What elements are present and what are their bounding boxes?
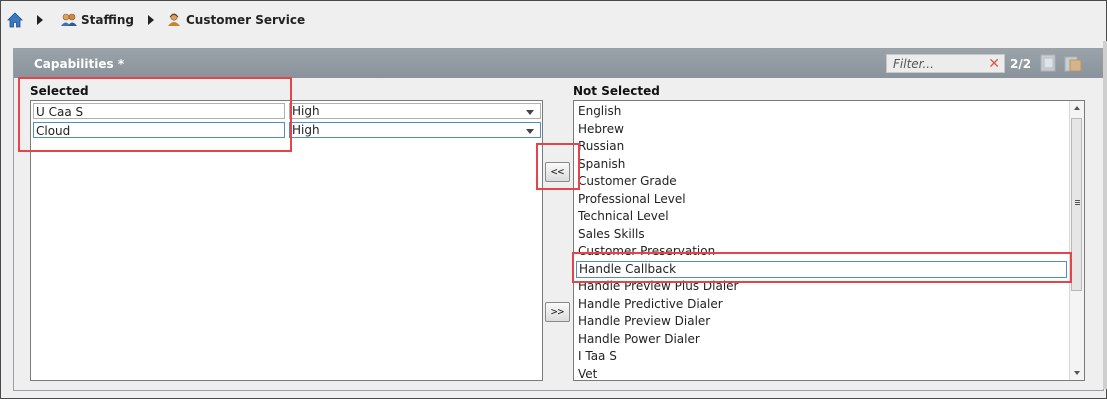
paste-icon[interactable] (1064, 54, 1082, 72)
breadcrumb-item-staffing[interactable]: Staffing (61, 13, 134, 27)
item-count: 2/2 (1010, 57, 1032, 71)
people-icon (61, 13, 77, 26)
list-item[interactable]: I Taa S (578, 348, 617, 365)
breadcrumb-separator-icon (148, 15, 154, 25)
breadcrumb-item-customer-service[interactable]: Customer Service (166, 13, 305, 27)
scroll-thumb[interactable] (1071, 118, 1082, 291)
copy-icon[interactable] (1040, 54, 1056, 72)
panel-title: Capabilities * (34, 57, 125, 71)
add-to-selected-button[interactable]: << (545, 162, 570, 182)
list-item[interactable]: Spanish (578, 156, 625, 173)
list-item[interactable]: Professional Level (578, 191, 686, 208)
selected-row[interactable]: Cloud High (31, 122, 542, 139)
level-select[interactable]: High (289, 103, 541, 119)
grip-icon (1075, 200, 1080, 201)
filter-placeholder: Filter... (893, 57, 934, 71)
capability-name: U Caa S (33, 103, 285, 119)
list-item[interactable]: Handle Preview Plus Dialer (578, 278, 738, 295)
level-value: High (292, 123, 320, 137)
list-item[interactable]: English (578, 103, 621, 120)
clear-icon[interactable]: ✕ (988, 55, 1000, 74)
window-frame: Staffing Customer Service Capabilities *… (0, 0, 1107, 399)
breadcrumb: Staffing Customer Service (7, 5, 1097, 35)
list-item[interactable]: Customer Grade (578, 173, 677, 190)
list-item[interactable]: Customer Preservation (578, 243, 715, 260)
list-item[interactable]: Sales Skills (578, 226, 645, 243)
breadcrumb-label: Staffing (81, 13, 134, 27)
selected-list: U Caa S High Cloud High (30, 100, 543, 381)
level-value: High (292, 104, 320, 118)
list-item[interactable]: Handle Predictive Dialer (578, 296, 723, 313)
list-scrollbar[interactable] (1069, 101, 1084, 380)
scroll-up-icon[interactable] (1074, 106, 1080, 110)
not-selected-label: Not Selected (573, 84, 660, 98)
right-edge (1103, 41, 1107, 389)
selected-label: Selected (30, 84, 89, 98)
filter-input[interactable]: Filter... ✕ (886, 54, 1005, 73)
list-item[interactable]: Technical Level (578, 208, 669, 225)
remove-from-selected-button[interactable]: >> (545, 302, 570, 322)
list-item[interactable]: Handle Preview Dialer (578, 313, 710, 330)
chevron-down-icon (526, 110, 534, 115)
list-item[interactable]: Hebrew (578, 121, 624, 138)
level-select[interactable]: High (289, 122, 541, 138)
list-item[interactable]: Vet (578, 366, 597, 381)
chevron-down-icon (526, 129, 534, 134)
breadcrumb-label: Customer Service (186, 13, 306, 27)
scroll-down-icon[interactable] (1074, 371, 1080, 375)
panel-header: Capabilities * Filter... ✕ 2/2 (14, 49, 1103, 78)
list-item-selected[interactable]: Handle Callback (576, 260, 1067, 278)
agent-icon (168, 13, 180, 26)
not-selected-list: English Hebrew Russian Spanish Customer … (573, 100, 1085, 381)
capabilities-panel: Capabilities * Filter... ✕ 2/2 Selected … (13, 48, 1104, 391)
selected-row[interactable]: U Caa S High (31, 103, 542, 120)
list-item[interactable]: Handle Power Dialer (578, 331, 700, 348)
breadcrumb-separator-icon (37, 15, 43, 25)
list-item[interactable]: Russian (578, 138, 624, 155)
capability-name: Cloud (33, 122, 285, 138)
home-icon[interactable] (7, 12, 23, 28)
